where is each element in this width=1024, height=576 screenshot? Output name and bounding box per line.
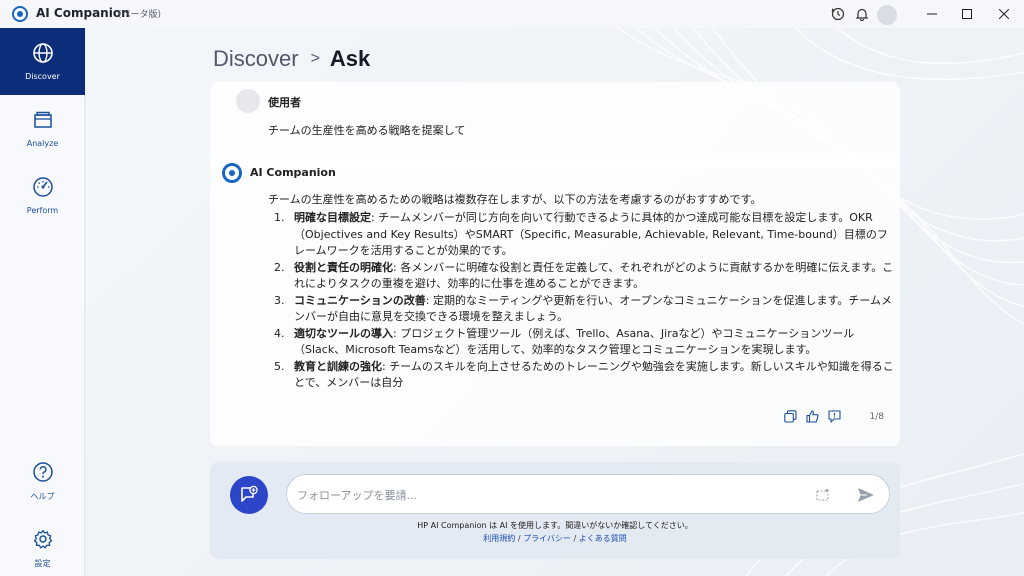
sidebar-item-label: Perform (26, 206, 59, 215)
ai-disclaimer: HP AI Companion は AI を使用します。間違いがないか確認してく… (417, 521, 693, 530)
sidebar-item-perform[interactable]: Perform (0, 162, 85, 229)
speedometer-icon (32, 177, 53, 197)
sidebar-item-label: ヘルプ (30, 492, 55, 501)
list-item-title: 適切なツールの導入 (294, 326, 393, 340)
list-number: 5. (274, 359, 285, 373)
breadcrumb-separator: > (310, 50, 320, 67)
beta-label: (ベータ版) (118, 10, 162, 20)
list-number: 2. (274, 260, 285, 274)
page-title: Ask (329, 46, 371, 71)
minimize-button[interactable] (918, 4, 946, 24)
response-page-count: 1/8 (869, 412, 884, 422)
list-item: 1. 明確な目標設定: チームメンバーが同じ方向を向いて行動できるように具体的か… (274, 210, 894, 260)
sidebar-item-settings[interactable]: 設定 (0, 515, 85, 576)
app-logo-icon (12, 6, 28, 22)
faq-link[interactable]: よくある質問 (579, 534, 627, 543)
footer-links: 利用規約 / プライバシー / よくある質問 (210, 533, 900, 544)
ai-strategy-list: 1. 明確な目標設定: チームメンバーが同じ方向を向いて行動できるように具体的か… (274, 210, 894, 392)
main-content: Discover > Ask 使用者 チームの生産性を高める戦略を提案して AI… (86, 28, 1024, 576)
list-item-body: : チームメンバーが同じ方向を向いて行動できるように具体的かつ達成可能な目標を設… (294, 211, 888, 257)
link-separator: / (515, 534, 524, 543)
list-item-title: 明確な目標設定 (294, 211, 371, 224)
list-number: 4. (274, 326, 285, 340)
sidebar: Discover Analyze Perform ヘルプ 設定 (0, 28, 85, 576)
history-icon[interactable] (830, 6, 846, 22)
chat-input-area: HP AI Companion は AI を使用します。間違いがないか確認してく… (210, 462, 900, 559)
help-icon (32, 462, 53, 482)
folder-icon (33, 111, 52, 128)
sidebar-item-analyze[interactable]: Analyze (0, 95, 85, 162)
report-icon[interactable] (826, 408, 842, 424)
list-item: 5. 教育と訓練の強化: チームのスキルを向上させるためのトレーニングや勉強会を… (274, 359, 894, 392)
new-chat-icon (241, 485, 258, 502)
list-item-body: : チームのスキルを向上させるためのトレーニングや勉強会を実施します。新しいスキ… (294, 359, 894, 390)
ai-name: AI Companion (250, 166, 336, 179)
list-item: 2. 役割と責任の明確化: 各メンバーに明確な役割と責任を定義して、それぞれがど… (274, 260, 894, 293)
list-item-title: コミュニケーションの改善 (294, 293, 426, 307)
sidebar-item-label: Discover (25, 72, 60, 81)
user-message-text: チームの生産性を高める戦略を提案して (268, 124, 466, 137)
notification-bell-icon[interactable] (854, 6, 870, 22)
list-item-title: 役割と責任の明確化 (294, 260, 393, 274)
list-number: 3. (274, 293, 285, 307)
list-item: 4. 適切なツールの導入: プロジェクト管理ツール（例えば、Trello、Asa… (274, 326, 894, 359)
terms-link[interactable]: 利用規約 (483, 534, 515, 543)
list-item: 3. コミュニケーションの改善: 定期的なミーティングや更新を行い、オープンなコ… (274, 293, 894, 326)
sidebar-item-label: 設定 (34, 559, 51, 568)
sidebar-item-discover[interactable]: Discover (0, 28, 85, 95)
list-item-title: 教育と訓練の強化 (294, 359, 382, 373)
thumbs-up-icon[interactable] (804, 408, 820, 424)
copy-icon[interactable] (782, 408, 798, 424)
breadcrumb-discover-link[interactable]: Discover (213, 46, 299, 72)
sidebar-item-help[interactable]: ヘルプ (0, 448, 85, 515)
follow-up-input[interactable] (297, 485, 797, 505)
globe-icon (32, 43, 53, 63)
maximize-button[interactable] (953, 4, 981, 24)
user-avatar-icon (236, 89, 260, 113)
list-number: 1. (274, 211, 285, 224)
ai-message-card: AI Companion チームの生産性を高めるための戦略は複数存在しますが、以… (210, 153, 900, 446)
sidebar-item-label: Analyze (26, 139, 59, 148)
gear-icon (33, 529, 52, 549)
send-icon[interactable] (857, 487, 875, 503)
app-title: AI Companion (36, 6, 130, 20)
link-separator: / (570, 534, 579, 543)
new-chat-button[interactable] (230, 476, 268, 514)
response-actions (782, 408, 842, 424)
privacy-link[interactable]: プライバシー (523, 534, 571, 543)
chat-input-wrapper (286, 474, 890, 514)
ai-companion-logo-icon (222, 163, 242, 183)
ai-intro-text: チームの生産性を高めるための戦略は複数存在しますが、以下の方法を考慮するのがおす… (268, 193, 762, 206)
user-name: 使用者 (268, 96, 301, 109)
close-button[interactable] (990, 4, 1018, 24)
prompt-suggestions-icon[interactable] (815, 487, 831, 503)
title-bar: AI Companion (ベータ版) (0, 0, 1024, 28)
user-avatar[interactable] (877, 5, 897, 25)
breadcrumb: Discover > Ask (213, 46, 370, 72)
